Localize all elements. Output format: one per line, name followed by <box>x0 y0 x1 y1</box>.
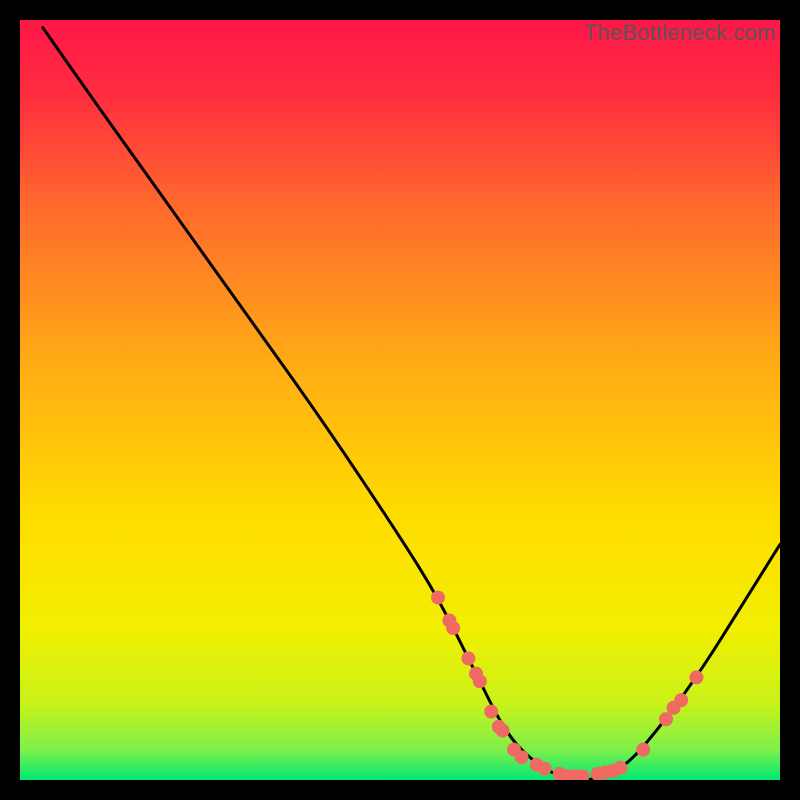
data-marker <box>613 761 627 775</box>
data-marker <box>461 651 475 665</box>
data-marker <box>659 712 673 726</box>
watermark-text: TheBottleneck.com <box>584 20 776 46</box>
data-marker <box>515 750 529 764</box>
data-marker <box>473 674 487 688</box>
data-marker <box>689 670 703 684</box>
data-marker <box>537 762 551 776</box>
data-marker <box>484 705 498 719</box>
data-marker <box>636 743 650 757</box>
data-marker <box>496 724 510 738</box>
data-marker <box>446 621 460 635</box>
chart-plot <box>20 20 780 780</box>
chart-frame: TheBottleneck.com <box>20 20 780 780</box>
gradient-background <box>20 20 780 780</box>
data-marker <box>431 591 445 605</box>
data-marker <box>674 693 688 707</box>
